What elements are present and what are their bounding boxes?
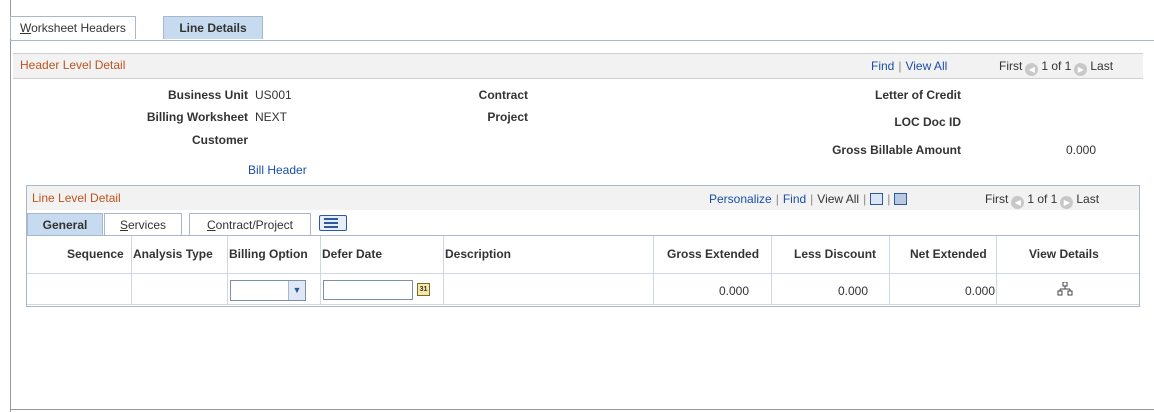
separator: | bbox=[810, 192, 814, 206]
defer-date-input[interactable] bbox=[323, 280, 413, 300]
header-find-link[interactable]: Find bbox=[871, 59, 894, 73]
column-divider bbox=[771, 236, 772, 304]
line-first-label: First bbox=[985, 192, 1009, 206]
letter-of-credit-label: Letter of Credit bbox=[874, 88, 961, 102]
chevron-down-icon[interactable]: ▼ bbox=[288, 281, 305, 300]
page-frame-bottom bbox=[10, 409, 1154, 410]
tab-contract-project-accesskey: C bbox=[206, 218, 216, 232]
column-header-defer-date: Defer Date bbox=[322, 247, 383, 261]
line-level-detail-title: Line Level Detail bbox=[32, 191, 121, 205]
customer-label: Customer bbox=[191, 133, 248, 147]
net-extended-value: 0.000 bbox=[964, 284, 995, 298]
gross-billable-amount-label: Gross Billable Amount bbox=[832, 143, 961, 157]
show-all-columns-icon[interactable] bbox=[319, 215, 347, 231]
separator: | bbox=[898, 59, 902, 73]
bill-header-link[interactable]: Bill Header bbox=[248, 163, 307, 177]
loc-doc-id-label: LOC Doc ID bbox=[894, 115, 961, 129]
prev-arrow-icon[interactable]: ◀ bbox=[1011, 196, 1025, 209]
column-header-gross-extended: Gross Extended bbox=[667, 247, 760, 261]
tab-services-label: ervices bbox=[128, 218, 167, 232]
header-pager: First ◀ 1 of 1 ▶ Last bbox=[999, 59, 1113, 76]
business-unit-value: US001 bbox=[255, 88, 292, 102]
tab-general[interactable]: General bbox=[27, 213, 103, 235]
calendar-icon[interactable]: 31 bbox=[417, 283, 430, 296]
tab-contract-project[interactable]: Contract/Project bbox=[189, 213, 311, 235]
column-divider bbox=[889, 236, 890, 304]
line-pager: First ◀ 1 of 1 ▶ Last bbox=[985, 192, 1099, 209]
next-arrow-icon[interactable]: ▶ bbox=[1074, 63, 1088, 76]
column-header-net-extended: Net Extended bbox=[910, 247, 987, 261]
less-discount-value: 0.000 bbox=[837, 284, 868, 298]
tab-services[interactable]: Services bbox=[104, 213, 182, 235]
tab-line-details-label: Line Details bbox=[179, 21, 247, 35]
header-last-label: Last bbox=[1090, 59, 1114, 73]
billing-worksheet-value: NEXT bbox=[255, 110, 288, 124]
column-header-billing-option: Billing Option bbox=[229, 247, 308, 261]
tab-worksheet-headers-accesskey: W bbox=[20, 21, 32, 35]
tab-worksheet-headers-label: orksheet Headers bbox=[31, 21, 126, 35]
line-count: 1 of 1 bbox=[1027, 192, 1058, 206]
column-divider bbox=[996, 236, 997, 304]
page-frame-left bbox=[10, 0, 11, 412]
tab-contract-project-label: ontract/Project bbox=[215, 218, 294, 232]
line-level-detail-grid: Line Level Detail Personalize | Find | View … bbox=[26, 185, 1140, 307]
contract-label: Contract bbox=[478, 88, 528, 102]
business-unit-label: Business Unit bbox=[167, 88, 248, 102]
line-level-detail-header: Line Level Detail Personalize | Find | View … bbox=[27, 186, 1139, 210]
header-first-label: First bbox=[999, 59, 1023, 73]
tab-divider bbox=[10, 40, 1154, 41]
column-divider bbox=[443, 236, 444, 304]
separator: | bbox=[775, 192, 779, 206]
spreadsheet-icon[interactable] bbox=[894, 193, 908, 205]
separator: | bbox=[887, 192, 891, 206]
new-window-icon[interactable] bbox=[870, 193, 884, 205]
tab-services-accesskey: S bbox=[119, 218, 128, 232]
column-header-view-details: View Details bbox=[1029, 247, 1099, 261]
header-nav-links: Find | View All bbox=[871, 59, 947, 73]
column-header-description: Description bbox=[445, 247, 512, 261]
column-divider bbox=[653, 236, 654, 304]
header-level-detail-title: Header Level Detail bbox=[20, 58, 126, 72]
billing-worksheet-label: Billing Worksheet bbox=[146, 110, 248, 124]
header-level-detail-bar: Header Level Detail Find | View All First ◀… bbox=[13, 53, 1143, 79]
prev-arrow-icon[interactable]: ◀ bbox=[1025, 63, 1039, 76]
line-nav-links: Personalize | Find | View All | | bbox=[709, 192, 908, 206]
header-view-all-link[interactable]: View All bbox=[905, 59, 947, 73]
separator: | bbox=[863, 192, 867, 206]
header-count: 1 of 1 bbox=[1041, 59, 1072, 73]
line-view-all-link[interactable]: View All bbox=[817, 192, 859, 206]
column-divider bbox=[131, 236, 132, 304]
tab-general-label: General bbox=[42, 218, 88, 232]
column-divider bbox=[227, 236, 228, 304]
column-header-analysis-type: Analysis Type bbox=[133, 247, 213, 261]
personalize-link[interactable]: Personalize bbox=[709, 192, 772, 206]
column-header-sequence: Sequence bbox=[67, 247, 124, 261]
hierarchy-icon[interactable] bbox=[1057, 282, 1073, 296]
tab-line-details[interactable]: Line Details bbox=[163, 16, 263, 39]
project-label: Project bbox=[487, 110, 528, 124]
gross-billable-amount-value: 0.000 bbox=[1066, 143, 1097, 157]
grid-header-rule bbox=[27, 235, 1139, 236]
tab-worksheet-headers[interactable]: Worksheet Headers bbox=[10, 16, 136, 39]
line-last-label: Last bbox=[1076, 192, 1100, 206]
column-divider bbox=[320, 236, 321, 304]
row-divider bbox=[27, 273, 1139, 274]
next-arrow-icon[interactable]: ▶ bbox=[1060, 196, 1074, 209]
row-divider bbox=[27, 304, 1139, 305]
gross-extended-value: 0.000 bbox=[718, 284, 749, 298]
column-header-less-discount: Less Discount bbox=[794, 247, 877, 261]
line-find-link[interactable]: Find bbox=[783, 192, 806, 206]
billing-option-select[interactable]: ▼ bbox=[230, 280, 306, 301]
